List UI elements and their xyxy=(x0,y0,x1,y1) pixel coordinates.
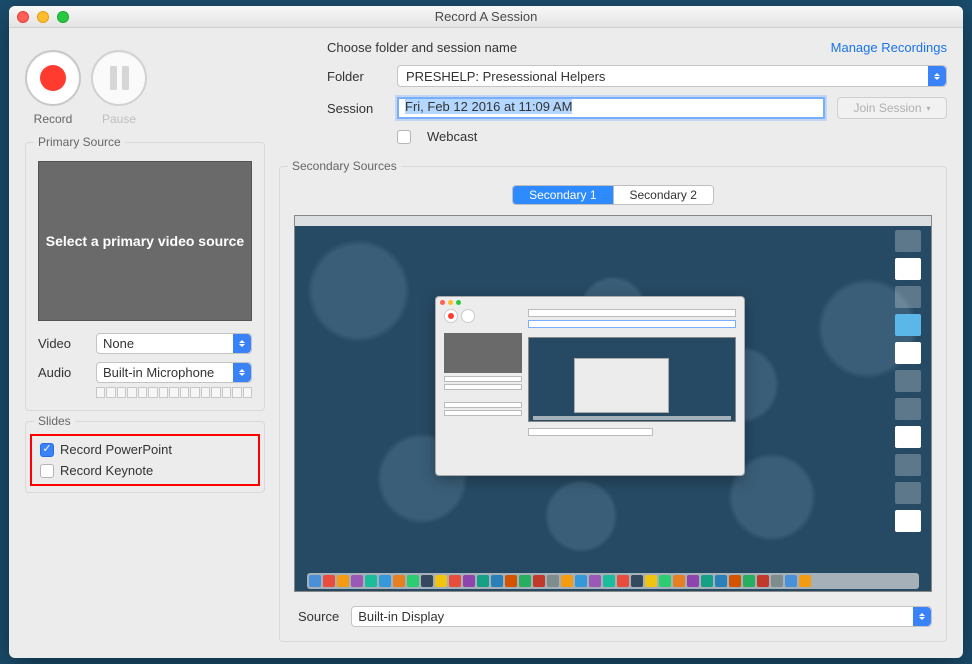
tab-secondary-1[interactable]: Secondary 1 xyxy=(513,186,612,204)
chevron-down-icon: ▾ xyxy=(927,104,931,113)
record-keynote-checkbox[interactable] xyxy=(40,464,54,478)
preview-nested-window xyxy=(435,296,745,476)
chevron-updown-icon xyxy=(233,334,251,353)
record-label: Record xyxy=(25,112,81,126)
pause-icon xyxy=(110,66,129,90)
chevron-updown-icon xyxy=(913,607,931,626)
primary-placeholder: Select a primary video source xyxy=(46,233,244,249)
folder-select[interactable]: PRESHELP: Presessional Helpers xyxy=(397,65,947,87)
record-dot-icon xyxy=(40,65,66,91)
instruction-label: Choose folder and session name xyxy=(327,40,517,55)
source-select[interactable]: Built-in Display xyxy=(351,606,932,627)
primary-preview[interactable]: Select a primary video source xyxy=(38,161,252,321)
chevron-updown-icon xyxy=(233,363,251,382)
window-title: Record A Session xyxy=(9,9,963,24)
secondary-tabs: Secondary 1 Secondary 2 xyxy=(512,185,714,205)
video-select[interactable]: None xyxy=(96,333,252,354)
video-value: None xyxy=(103,336,134,351)
annotation-highlight: Record PowerPoint Record Keynote xyxy=(30,434,260,486)
source-value: Built-in Display xyxy=(358,609,444,624)
record-controls: Record Pause xyxy=(25,40,265,132)
audio-label: Audio xyxy=(38,365,86,380)
preview-dock xyxy=(307,573,919,589)
titlebar: Record A Session xyxy=(9,6,963,28)
folder-value: PRESHELP: Presessional Helpers xyxy=(406,69,605,84)
primary-source-group: Primary Source Select a primary video so… xyxy=(25,142,265,411)
manage-recordings-link[interactable]: Manage Recordings xyxy=(831,40,947,55)
webcast-checkbox[interactable] xyxy=(397,130,411,144)
chevron-updown-icon xyxy=(928,66,946,86)
audio-value: Built-in Microphone xyxy=(103,365,214,380)
slides-group: Slides Record PowerPoint Record Keynote xyxy=(25,421,265,493)
record-keynote-label: Record Keynote xyxy=(60,463,153,478)
session-value: Fri, Feb 12 2016 at 11:09 AM xyxy=(405,99,572,114)
main-window: Record A Session Record Pause Primary So… xyxy=(9,6,963,658)
join-session-button: Join Session ▾ xyxy=(837,97,947,119)
source-label: Source xyxy=(298,609,339,624)
pause-label: Pause xyxy=(91,112,147,126)
record-powerpoint-checkbox[interactable] xyxy=(40,443,54,457)
primary-legend: Primary Source xyxy=(34,135,125,149)
join-session-label: Join Session xyxy=(853,101,921,115)
folder-label: Folder xyxy=(327,69,385,84)
webcast-label: Webcast xyxy=(427,129,477,144)
preview-menubar xyxy=(295,216,931,226)
secondary-preview xyxy=(294,215,932,592)
preview-desktop-icons xyxy=(895,230,927,577)
audio-level-meter xyxy=(96,387,252,398)
pause-button[interactable] xyxy=(91,50,147,106)
audio-select[interactable]: Built-in Microphone xyxy=(96,362,252,383)
slides-legend: Slides xyxy=(34,414,75,428)
secondary-sources-group: Secondary Sources Secondary 1 Secondary … xyxy=(279,166,947,642)
record-powerpoint-label: Record PowerPoint xyxy=(60,442,172,457)
video-label: Video xyxy=(38,336,86,351)
session-label: Session xyxy=(327,101,385,116)
tab-secondary-2[interactable]: Secondary 2 xyxy=(613,186,713,204)
secondary-legend: Secondary Sources xyxy=(288,159,401,173)
session-input[interactable]: Fri, Feb 12 2016 at 11:09 AM xyxy=(397,97,825,119)
record-button[interactable] xyxy=(25,50,81,106)
